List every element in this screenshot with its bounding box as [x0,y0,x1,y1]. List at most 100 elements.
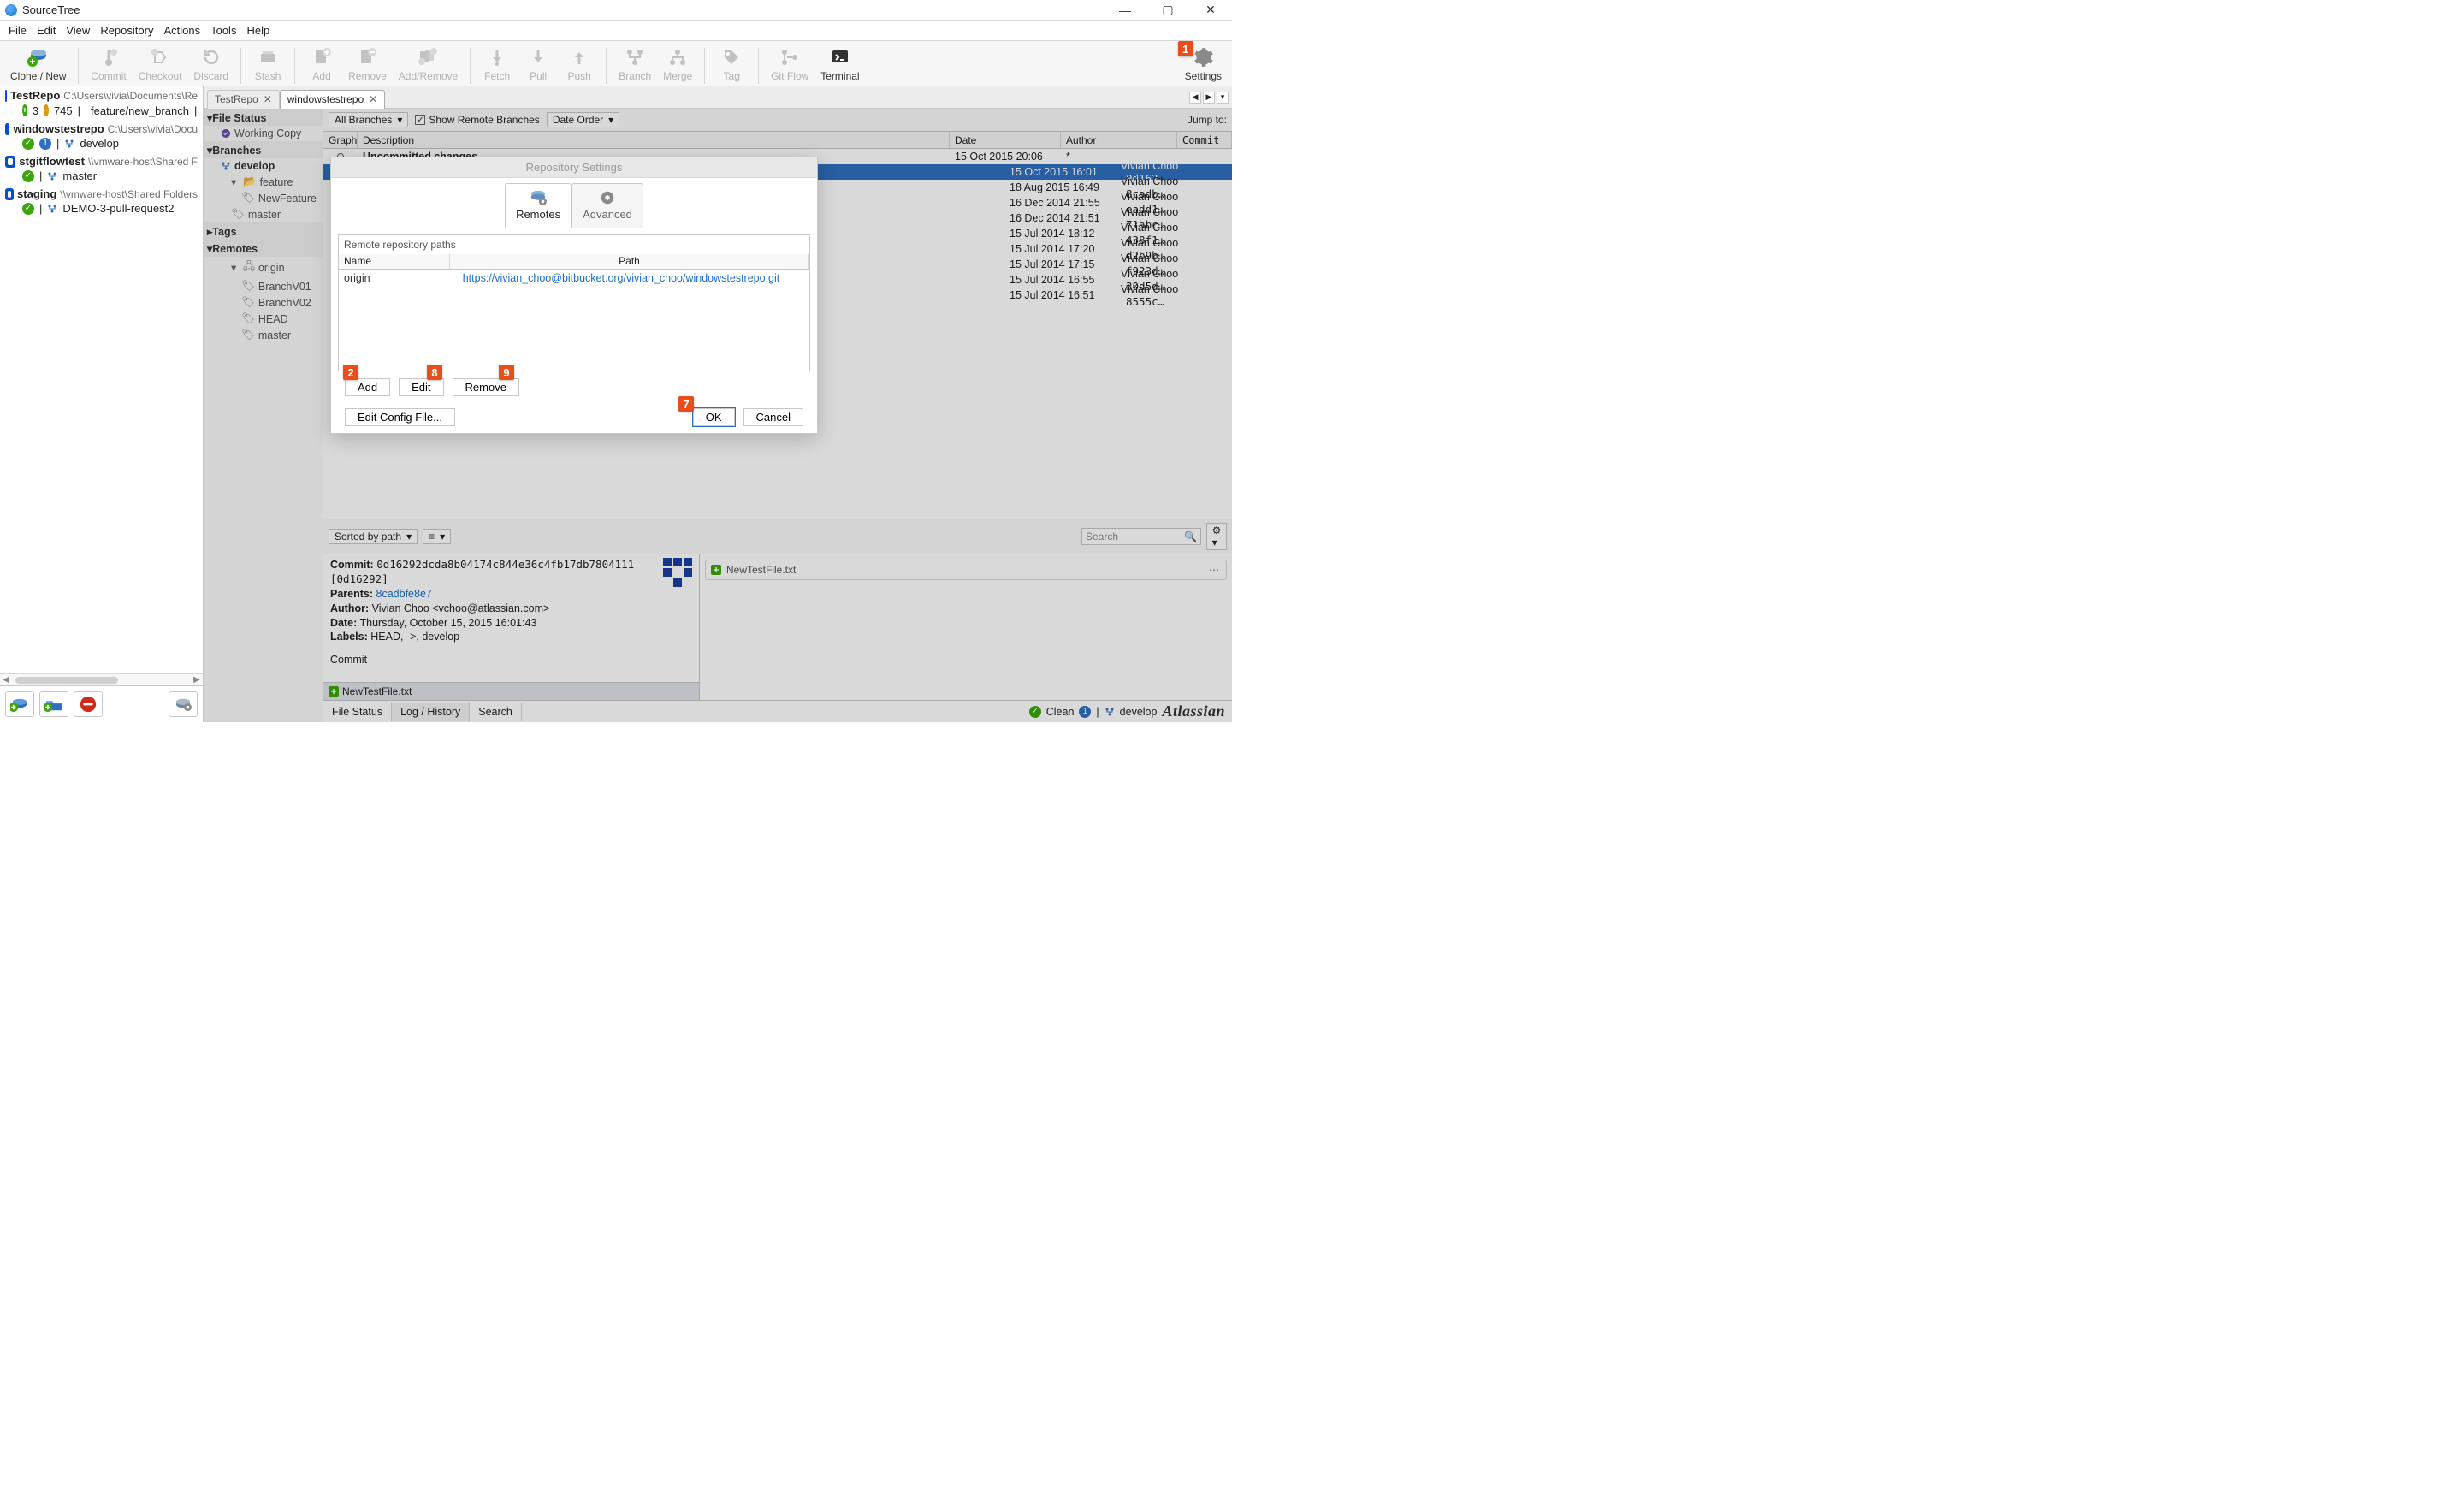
toolbar-stash-button[interactable]: Stash [250,46,286,82]
status-ok-icon: ✓ [22,203,34,215]
clone-repo-button[interactable] [5,691,34,717]
tree-remote-branchv01[interactable]: 🏷BranchV01 [204,278,323,294]
remote-remove-button[interactable]: Remove [453,378,519,396]
details-settings[interactable]: ⚙ ▾ [1206,523,1227,550]
toolbar-pull-button[interactable]: Pull [520,46,556,82]
details: Sorted by path▾ ≡▾ Search 🔍 ⚙ ▾ Commit [323,519,1232,700]
tree-file-status[interactable]: ▾File Status [204,109,323,126]
bottom-tab-file-status[interactable]: File Status [323,703,392,721]
remote-row[interactable]: origin https://vivian_choo@bitbucket.org… [339,270,809,287]
menu-repository[interactable]: Repository [100,24,153,37]
diff-file[interactable]: NewTestFile.txt ⋯ [705,560,1227,580]
tree-working-copy[interactable]: Working Copy [204,126,323,141]
bottom-tab-log[interactable]: Log / History [392,703,470,721]
tree-remote-master[interactable]: 🏷master [204,327,323,343]
remotes-col-path[interactable]: Path [450,254,809,269]
commit-info: Commit: 0d16292dcda8b04174c844e36c4fb17d… [323,554,699,682]
toolbar-fetch-button[interactable]: Fetch [479,46,515,82]
menu-help[interactable]: Help [246,24,270,37]
toolbar-branch-button[interactable]: Branch [615,46,654,82]
tree-tags[interactable]: ▸Tags [204,222,323,240]
tree-branches[interactable]: ▾Branches [204,141,323,158]
menu-tools[interactable]: Tools [210,24,236,37]
menu-actions[interactable]: Actions [163,24,200,37]
col-graph[interactable]: Graph [323,132,358,148]
show-remote-checkbox[interactable]: ✓Show Remote Branches [415,114,539,126]
toolbar-addremove-button[interactable]: Add/Remove [395,46,461,82]
toolbar-add-button[interactable]: Add [304,46,340,82]
modal-tab-remotes[interactable]: Remotes [505,183,572,228]
toolbar-remove-button[interactable]: Remove [345,46,390,82]
sort-select[interactable]: Sorted by path▾ [329,529,418,544]
menu-file[interactable]: File [9,24,27,37]
window-maximize[interactable]: ▢ [1152,3,1184,17]
date-order[interactable]: Date Order▾ [547,112,619,127]
menu-edit[interactable]: Edit [37,24,56,37]
tag-icon [720,46,743,68]
tab-close-icon[interactable]: ✕ [369,93,377,105]
bitbucket-icon [5,188,14,200]
remove-repo-button[interactable] [74,691,103,717]
branch-icon [221,161,231,171]
modal-tab-advanced[interactable]: Advanced [572,183,643,228]
tab-list[interactable]: ▾ [1217,92,1229,104]
tree-remotes[interactable]: ▾Remotes [204,240,323,257]
filter-branches[interactable]: All Branches▾ [329,112,408,127]
col-description[interactable]: Description [358,132,950,148]
tree-branch-feature[interactable]: ▾📂feature [204,174,323,190]
repo-tab[interactable]: windowstestrepo✕ [280,90,385,109]
avatar [663,558,692,587]
sidebar-scrollbar[interactable]: ◀ ▶ [0,673,203,685]
remotes-col-name[interactable]: Name [339,254,450,269]
tab-next[interactable]: ▶ [1203,92,1215,104]
view-select[interactable]: ≡▾ [423,529,451,544]
tree-remote-branchv02[interactable]: 🏷BranchV02 [204,294,323,311]
gear-icon [1192,46,1214,68]
settings-label: Settings [1185,70,1222,82]
window-close[interactable]: ✕ [1194,3,1227,17]
toolbar-checkout-button[interactable]: Checkout [135,46,186,82]
repo-item[interactable]: stgitflowtest \\vmware-host\Shared F ✓ |… [0,152,203,185]
parent-link[interactable]: 8cadbfe8e7 [376,588,432,600]
toolbar-tag-button[interactable]: Tag [714,46,749,82]
repo-list: TestRepo C:\Users\vivia\Documents\Re +3 … [0,86,203,673]
col-author[interactable]: Author [1061,132,1177,148]
details-search[interactable]: Search 🔍 [1081,528,1201,545]
sidebar-actions [0,685,203,722]
col-date[interactable]: Date [950,132,1061,148]
tab-close-icon[interactable]: ✕ [264,93,272,105]
bottom-tab-search[interactable]: Search [470,703,522,721]
tab-prev[interactable]: ◀ [1189,92,1201,104]
toolbar-push-button[interactable]: Push [561,46,597,82]
toolbar-terminal-button[interactable]: Terminal [817,46,862,82]
discard-icon [200,46,222,68]
callout-remove: 9 [499,365,514,380]
toolbar-gitflow-button[interactable]: Git Flow [767,46,812,82]
remote-edit-button[interactable]: Edit [399,378,443,396]
repo-item[interactable]: TestRepo C:\Users\vivia\Documents\Re +3 … [0,86,203,120]
toolbar-clone-button[interactable]: Clone / New [7,46,69,82]
repo-item[interactable]: windowstestrepo C:\Users\vivia\Docu ✓ 1 … [0,120,203,152]
tree-remote-head[interactable]: 🏷HEAD [204,311,323,327]
files-changed-item[interactable]: NewTestFile.txt [323,682,699,700]
col-commit[interactable]: Commit [1177,132,1232,148]
toolbar-merge-button[interactable]: Merge [660,46,696,82]
edit-config-button[interactable]: Edit Config File... [345,408,455,426]
tree-branch-newfeature[interactable]: 🏷NewFeature [204,190,323,206]
tree-branch-master[interactable]: 🏷master [204,206,323,222]
repo-tab[interactable]: TestRepo✕ [207,90,280,109]
toolbar-commit-button[interactable]: Commit [87,46,129,82]
ok-button[interactable]: OK [693,408,735,426]
tree-branch-develop[interactable]: develop [204,158,323,174]
remote-add-button[interactable]: Add [345,378,390,396]
cancel-button[interactable]: Cancel [743,408,803,426]
repo-item[interactable]: staging \\vmware-host\Shared Folders ✓ |… [0,185,203,217]
push-icon [568,46,590,68]
menu-view[interactable]: View [66,24,90,37]
window-minimize[interactable]: — [1109,3,1141,17]
open-repo-button[interactable] [39,691,68,717]
tree-remote-origin[interactable]: ▾🖧origin [204,257,323,278]
repo-settings-button[interactable] [169,691,198,717]
file-add-icon [711,565,721,575]
toolbar-discard-button[interactable]: Discard [190,46,232,82]
